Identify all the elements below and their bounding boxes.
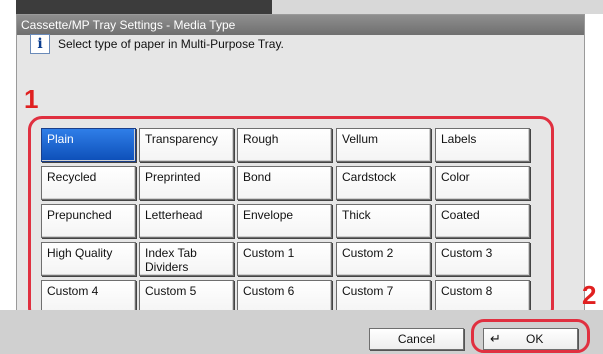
media-type-button-envelope[interactable]: Envelope bbox=[237, 204, 332, 238]
media-type-button-prepunched[interactable]: Prepunched bbox=[41, 204, 136, 238]
media-type-button-recycled[interactable]: Recycled bbox=[41, 166, 136, 200]
media-type-button-rough[interactable]: Rough bbox=[237, 128, 332, 162]
media-type-button-thick[interactable]: Thick bbox=[336, 204, 431, 238]
media-type-button-bond[interactable]: Bond bbox=[237, 166, 332, 200]
media-type-button-custom-6[interactable]: Custom 6 bbox=[237, 280, 332, 314]
ok-button-highlight bbox=[471, 319, 590, 353]
dialog-title: Cassette/MP Tray Settings - Media Type bbox=[17, 15, 584, 35]
callout-number-2: 2 bbox=[582, 280, 597, 310]
media-type-button-custom-8[interactable]: Custom 8 bbox=[435, 280, 530, 314]
media-type-button-custom-3[interactable]: Custom 3 bbox=[435, 242, 530, 276]
media-type-button-custom-7[interactable]: Custom 7 bbox=[336, 280, 431, 314]
info-icon: i bbox=[30, 34, 50, 54]
top-strip-dark bbox=[16, 0, 272, 14]
media-type-button-coated[interactable]: Coated bbox=[435, 204, 530, 238]
media-type-button-custom-1[interactable]: Custom 1 bbox=[237, 242, 332, 276]
media-type-button-vellum[interactable]: Vellum bbox=[336, 128, 431, 162]
media-type-button-transparency[interactable]: Transparency bbox=[139, 128, 234, 162]
media-type-button-high-quality[interactable]: High Quality bbox=[41, 242, 136, 276]
media-type-button-letterhead[interactable]: Letterhead bbox=[139, 204, 234, 238]
media-type-button-custom-4[interactable]: Custom 4 bbox=[41, 280, 136, 314]
callout-number-1: 1 bbox=[24, 84, 39, 114]
media-type-button-preprinted[interactable]: Preprinted bbox=[139, 166, 234, 200]
info-message: Select type of paper in Multi-Purpose Tr… bbox=[58, 37, 284, 51]
top-strip-left bbox=[0, 0, 16, 20]
media-type-button-custom-5[interactable]: Custom 5 bbox=[139, 280, 234, 314]
media-type-button-cardstock[interactable]: Cardstock bbox=[336, 166, 431, 200]
cancel-button[interactable]: Cancel bbox=[369, 328, 464, 350]
media-type-button-custom-2[interactable]: Custom 2 bbox=[336, 242, 431, 276]
top-strip-mid bbox=[272, 0, 603, 14]
media-type-button-color[interactable]: Color bbox=[435, 166, 530, 200]
media-type-button-plain[interactable]: Plain bbox=[41, 128, 136, 162]
media-type-button-labels[interactable]: Labels bbox=[435, 128, 530, 162]
media-type-button-index-tab-dividers[interactable]: Index Tab Dividers bbox=[139, 242, 234, 276]
